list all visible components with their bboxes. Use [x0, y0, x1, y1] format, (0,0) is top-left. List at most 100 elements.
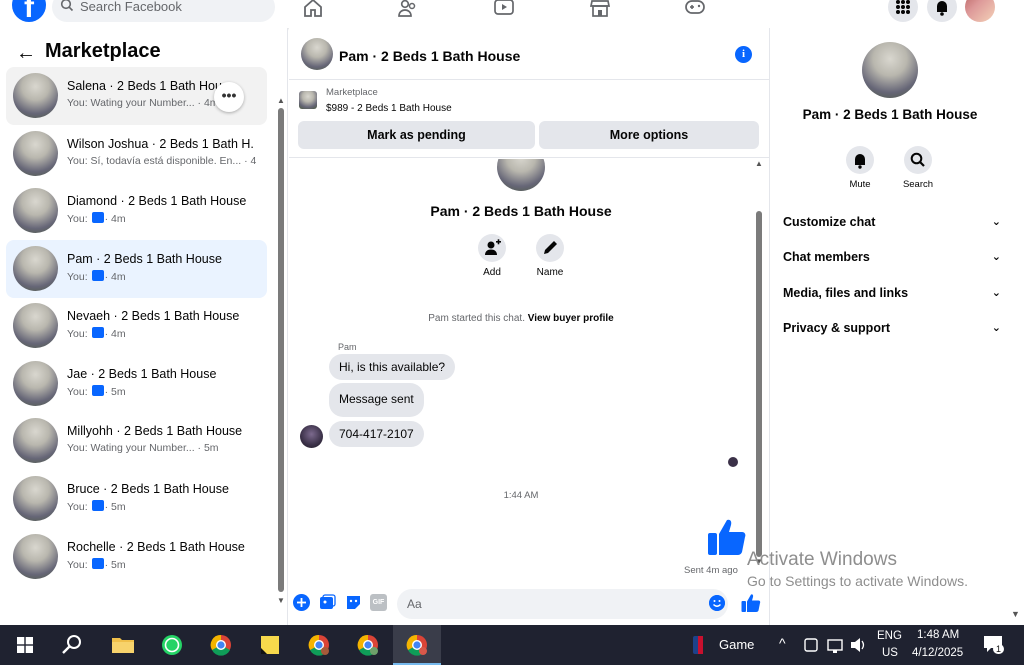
listing-thumbnail[interactable]: [299, 91, 317, 109]
listing-price[interactable]: $989 - 2 Beds 1 Bath House: [326, 103, 452, 114]
gaming-icon[interactable]: [684, 0, 706, 19]
notification-center-button[interactable]: 1: [980, 630, 1010, 660]
message-bubble[interactable]: 704-417-2107: [329, 421, 424, 447]
nba-icon[interactable]: [687, 630, 709, 660]
listing-thumbnail: [13, 303, 58, 348]
friends-icon[interactable]: [397, 0, 419, 19]
view-buyer-profile-link[interactable]: View buyer profile: [528, 313, 614, 324]
thumbs-up-icon[interactable]: [707, 517, 747, 557]
listing-thumbnail: [13, 418, 58, 463]
bell-icon: [937, 1, 947, 16]
plus-icon[interactable]: [293, 594, 310, 611]
network-icon[interactable]: [826, 630, 844, 660]
mute-label: Mute: [849, 179, 871, 190]
message-thread: Pam · 2 Beds 1 Bath House Add Name Pam s…: [289, 159, 769, 584]
chrome-profile-icon[interactable]: [304, 630, 334, 660]
message-bubble[interactable]: Message sent: [329, 383, 424, 417]
menu-grid-button[interactable]: [888, 0, 918, 22]
scroll-up-arrow-icon[interactable]: ▲: [755, 159, 763, 168]
clock-time[interactable]: 1:48 AM: [917, 629, 959, 641]
conversation-row-jae[interactable]: Jae · 2 Beds 1 Bath House You: · 5m: [6, 355, 267, 413]
info-icon[interactable]: i: [735, 46, 752, 63]
sidebar-scrollbar[interactable]: ▲ ▼: [276, 96, 285, 605]
conversation-row-nevaeh[interactable]: Nevaeh · 2 Beds 1 Bath House You: · 4m: [6, 297, 267, 355]
photo-icon[interactable]: [319, 594, 336, 611]
thumbs-up-icon: [91, 558, 104, 569]
conversation-row-rochelle[interactable]: Rochelle · 2 Beds 1 Bath House You: · 5m: [6, 528, 267, 586]
chrome-profile-icon[interactable]: [353, 630, 383, 660]
conversation-row-wilson[interactable]: Wilson Joshua · 2 Beds 1 Bath H... You: …: [6, 125, 267, 183]
notifications-button[interactable]: [927, 0, 957, 22]
thumbs-up-send-icon[interactable]: [741, 593, 761, 613]
add-button[interactable]: Add: [472, 234, 512, 278]
listing-thumbnail[interactable]: [301, 38, 333, 70]
privacy-support-section[interactable]: Privacy & support ⌄: [783, 321, 1001, 341]
clock-date[interactable]: 4/12/2025: [912, 647, 963, 659]
input-region[interactable]: US: [882, 647, 898, 659]
chat-avatar: [497, 159, 545, 191]
conversation-preview: You: · 5m: [67, 500, 126, 513]
conversation-name: Wilson Joshua · 2 Beds 1 Bath H...: [67, 137, 253, 151]
scrollbar-thumb[interactable]: [278, 108, 284, 592]
show-hidden-icons-chevron-icon[interactable]: ^: [779, 635, 786, 651]
listing-thumbnail: [13, 476, 58, 521]
scrollbar-thumb[interactable]: [756, 211, 762, 557]
page-scroll-down-arrow-icon[interactable]: ▼: [1011, 609, 1020, 619]
emoji-icon[interactable]: [709, 595, 725, 611]
scroll-up-arrow-icon[interactable]: ▲: [277, 96, 285, 105]
chat-members-section[interactable]: Chat members ⌄: [783, 250, 1001, 270]
whatsapp-icon[interactable]: [157, 630, 187, 660]
profile-avatar[interactable]: [965, 0, 995, 22]
media-files-links-section[interactable]: Media, files and links ⌄: [783, 286, 1001, 306]
video-icon[interactable]: [493, 0, 515, 19]
conversation-row-bruce[interactable]: Bruce · 2 Beds 1 Bath House You: · 5m: [6, 470, 267, 528]
conversation-row-millyohh[interactable]: Millyohh · 2 Beds 1 Bath House You: Wati…: [6, 412, 267, 470]
sticker-icon[interactable]: [345, 594, 362, 611]
gif-icon[interactable]: GIF: [370, 594, 387, 611]
facebook-logo[interactable]: f: [12, 0, 46, 24]
activate-windows-subtext: Go to Settings to activate Windows.: [747, 573, 968, 589]
input-language[interactable]: ENG: [877, 630, 902, 642]
windows-start-icon[interactable]: [10, 630, 40, 660]
message-input[interactable]: Aa: [397, 589, 728, 619]
conversation-name: Pam · 2 Beds 1 Bath House: [67, 252, 222, 266]
conversation-more-button[interactable]: •••: [214, 82, 244, 112]
name-label: Name: [536, 267, 564, 278]
chrome-icon[interactable]: [206, 630, 236, 660]
conversation-preview: You: Sí, todavía está disponible. En... …: [67, 155, 257, 167]
game-label[interactable]: Game: [719, 637, 754, 652]
home-icon[interactable]: [302, 0, 324, 19]
conversation-preview: You: · 5m: [67, 558, 126, 571]
file-explorer-icon[interactable]: [108, 630, 138, 660]
volume-icon[interactable]: [849, 630, 869, 660]
customize-chat-section[interactable]: Customize chat ⌄: [783, 215, 1001, 235]
thumbs-up-icon: [91, 385, 104, 396]
mark-as-pending-button[interactable]: Mark as pending: [298, 121, 535, 149]
listing-thumbnail: [13, 73, 58, 118]
conversation-row-pam[interactable]: Pam · 2 Beds 1 Bath House You: · 4m: [6, 240, 267, 298]
sticky-notes-icon[interactable]: [255, 630, 285, 660]
search-icon: [60, 0, 74, 12]
taskbar-search-icon[interactable]: [57, 630, 87, 660]
message-bubble[interactable]: Hi, is this available?: [329, 354, 456, 380]
marketplace-sidebar: ← Marketplace Salena · 2 Beds 1 Bath Hou…: [0, 28, 288, 625]
conversation-title[interactable]: Pam · 2 Beds 1 Bath House: [339, 48, 520, 64]
search-icon: [904, 146, 932, 174]
search-facebook-input[interactable]: Search Facebook: [52, 0, 275, 22]
device-icon[interactable]: [802, 630, 820, 660]
mute-button[interactable]: Mute: [837, 146, 883, 190]
search-in-chat-button[interactable]: Search: [895, 146, 941, 190]
thumbs-up-icon: [91, 212, 104, 223]
name-button[interactable]: Name: [530, 234, 570, 278]
listing-banner: Marketplace $989 - 2 Beds 1 Bath House M…: [289, 80, 769, 158]
marketplace-store-icon[interactable]: [589, 0, 611, 19]
active-taskbar-app[interactable]: [393, 625, 441, 665]
thread-scrollbar[interactable]: ▲ ▼: [754, 159, 765, 579]
scroll-down-arrow-icon[interactable]: ▼: [277, 596, 285, 605]
thumbs-up-icon: [91, 500, 104, 511]
back-arrow-icon[interactable]: ←: [16, 42, 36, 65]
chevron-down-icon: ⌄: [991, 322, 1001, 334]
conversation-row-diamond[interactable]: Diamond · 2 Beds 1 Bath House You: · 4m: [6, 182, 267, 240]
add-label: Add: [483, 267, 501, 278]
more-options-button[interactable]: More options: [539, 121, 759, 149]
